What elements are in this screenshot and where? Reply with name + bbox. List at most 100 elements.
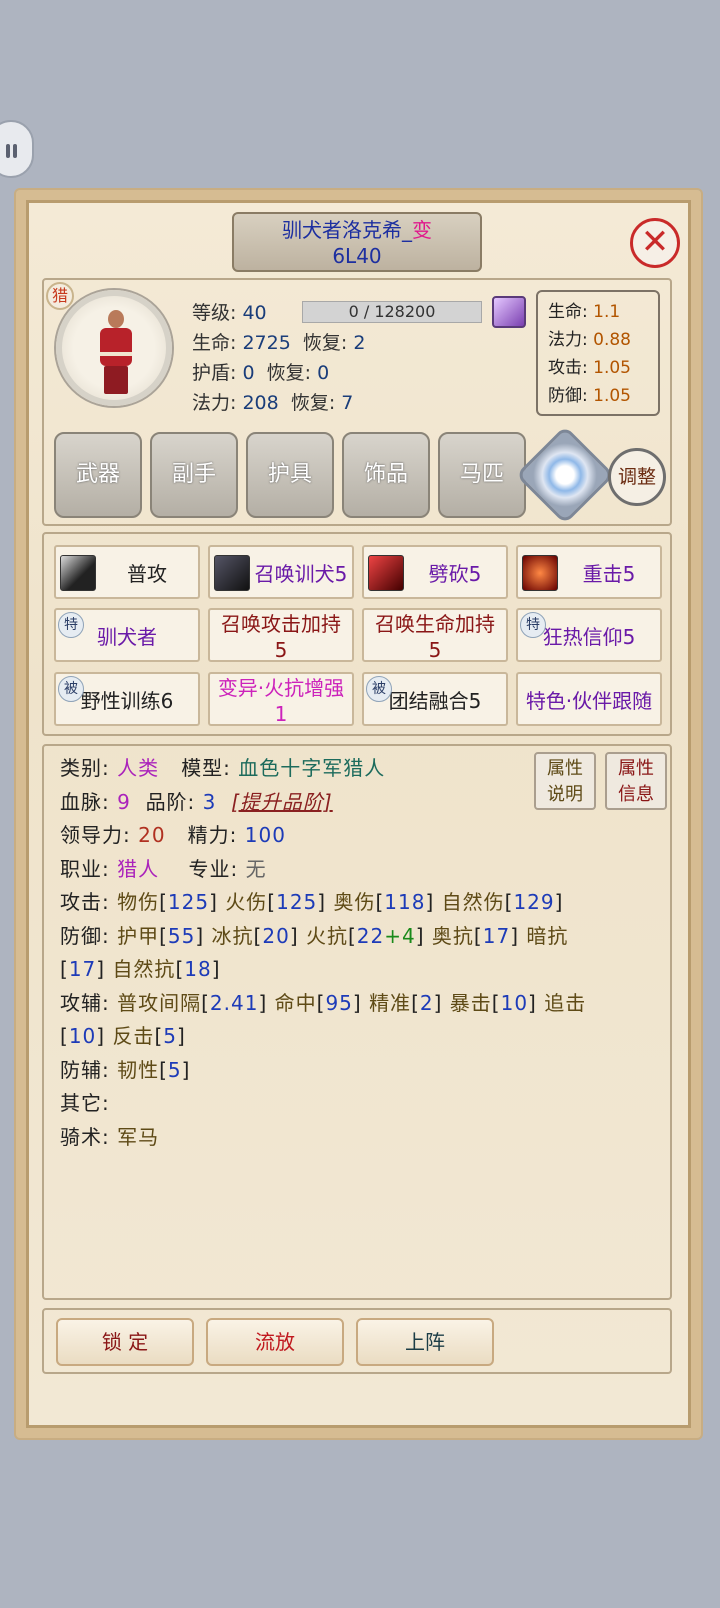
stat-value: 17 (68, 957, 97, 981)
grade-value: 3 (202, 789, 217, 814)
exile-button[interactable]: 流放 (206, 1318, 344, 1366)
skill-wild-training[interactable]: 被 野性训练6 (54, 672, 200, 726)
stat-value: 5 (163, 1024, 177, 1048)
stat-key: 追击 (544, 990, 587, 1015)
skill-level: 1 (274, 702, 288, 726)
riding-label: 骑术: (60, 1124, 110, 1149)
floating-assistant-button[interactable] (0, 120, 34, 178)
deploy-button[interactable]: 上阵 (356, 1318, 494, 1366)
stat-value: 95 (325, 990, 353, 1015)
bonus-sign: + (384, 923, 403, 948)
lock-button[interactable]: 锁 定 (56, 1318, 194, 1366)
equip-armor-button[interactable]: 护具 (246, 432, 334, 518)
stat-key: 命中 (274, 990, 317, 1015)
stat-value: 2.41 (209, 990, 259, 1015)
character-name: 驯犬者洛克希_ (282, 218, 412, 242)
upgrade-grade-link[interactable]: [提升品阶] (231, 790, 333, 814)
skill-slash[interactable]: 劈砍5 (362, 545, 508, 599)
equip-offhand-button[interactable]: 副手 (150, 432, 238, 518)
stat-key: 自然伤 (441, 890, 505, 914)
ratio-label: 防御: (548, 386, 588, 406)
shield-regen-label: 恢复: (266, 362, 312, 384)
class-badge: 猎 (46, 282, 74, 310)
ratio-value: 0.88 (593, 330, 631, 350)
character-code: 6L40 (332, 244, 382, 268)
skill-summon-life-bonus[interactable]: 召唤生命加持 5 (362, 608, 508, 662)
model-label: 模型: (181, 756, 231, 780)
hp-regen-value: 2 (353, 332, 366, 354)
stat-key: 火伤 (225, 890, 268, 914)
dog-icon (214, 555, 250, 591)
stat-value: 118 (384, 890, 426, 914)
growth-ratios: 生命: 1.1 法力: 0.88 攻击: 1.05 防御: 1.05 (536, 290, 660, 416)
job-label: 职业: (60, 856, 110, 881)
name-suffix: 变 (412, 218, 432, 242)
close-button[interactable]: ✕ (630, 218, 680, 268)
equip-accessory-button[interactable]: 饰品 (342, 432, 430, 518)
ratio-value: 1.05 (593, 358, 631, 378)
mana-regen-value: 7 (341, 392, 354, 414)
stat-bonus: 4 (402, 923, 416, 948)
spec-label: 专业: (188, 856, 239, 881)
ratio-label: 攻击: (548, 358, 588, 378)
skill-basic-attack[interactable]: 普攻 (54, 545, 200, 599)
skill-label: 特色·伙伴跟随 (525, 689, 653, 713)
skill-heavy-strike[interactable]: 重击5 (516, 545, 662, 599)
adjust-button[interactable]: 调整 (608, 448, 666, 506)
mana-label: 法力: (192, 392, 237, 414)
energy-value: 100 (244, 823, 286, 847)
job-value: 猎人 (117, 856, 160, 881)
skill-summon-dog[interactable]: 召唤训犬5 (208, 545, 354, 599)
shield-regen-value: 0 (317, 362, 330, 384)
hp-label: 生命: (192, 332, 237, 354)
skill-companion-follow[interactable]: 特色·伙伴跟随 (516, 672, 662, 726)
skill-label: 召唤生命加持 (375, 612, 495, 636)
exp-bar: 0 / 128200 (302, 301, 482, 323)
character-title: 驯犬者洛克希_变 6L40 (232, 212, 482, 272)
skill-dog-trainer[interactable]: 特 驯犬者 (54, 608, 200, 662)
trait-tag: 特 (58, 612, 84, 638)
stat-value: 125 (276, 890, 318, 914)
ratio-value: 1.1 (593, 302, 621, 322)
stat-value: 10 (68, 1024, 97, 1048)
stat-key: 自然抗 (112, 957, 176, 981)
stat-key: 普攻间隔 (117, 990, 202, 1015)
sword-icon (60, 555, 96, 591)
skill-fanatic-faith[interactable]: 特 狂热信仰5 (516, 608, 662, 662)
skill-level: 5 (274, 638, 288, 662)
skill-unity-fusion[interactable]: 被 团结融合5 (362, 672, 508, 726)
strike-icon (522, 555, 558, 591)
shield-value: 0 (242, 362, 255, 384)
riding-value: 军马 (117, 1124, 160, 1149)
skill-mutation-fire-resist[interactable]: 变异·火抗增强 1 (208, 672, 354, 726)
skill-summon-attack-bonus[interactable]: 召唤攻击加持 5 (208, 608, 354, 662)
passive-tag: 被 (366, 676, 392, 702)
stat-key: 精准 (369, 990, 412, 1015)
passive-tag: 被 (58, 676, 84, 702)
level-label: 等级: (192, 302, 237, 324)
close-icon: ✕ (640, 222, 670, 262)
shield-label: 护盾: (192, 362, 237, 384)
attack-aux-label: 攻辅: (60, 990, 110, 1015)
hp-value: 2725 (242, 332, 291, 354)
stat-value: 125 (167, 890, 210, 914)
character-portrait[interactable] (56, 290, 172, 406)
stat-key: 护甲 (117, 923, 160, 948)
stat-value: 17 (482, 923, 511, 948)
hp-regen-label: 恢复: (302, 332, 348, 354)
spec-value: 无 (245, 856, 267, 881)
axe-icon (368, 555, 404, 591)
type-label: 类别: (60, 756, 110, 780)
equip-weapon-button[interactable]: 武器 (54, 432, 142, 518)
stat-value: 55 (167, 923, 196, 948)
defense-label: 防御: (60, 923, 110, 948)
stat-key: 物伤 (117, 890, 160, 914)
stat-key: 冰抗 (211, 923, 254, 948)
ratio-value: 1.05 (593, 386, 631, 406)
gem-icon[interactable] (492, 296, 526, 328)
skill-level: 5 (428, 638, 442, 662)
stat-value: 22 (356, 923, 385, 948)
stat-value: 20 (262, 923, 290, 948)
equip-mount-button[interactable]: 马匹 (438, 432, 526, 518)
level-value: 40 (242, 302, 267, 324)
